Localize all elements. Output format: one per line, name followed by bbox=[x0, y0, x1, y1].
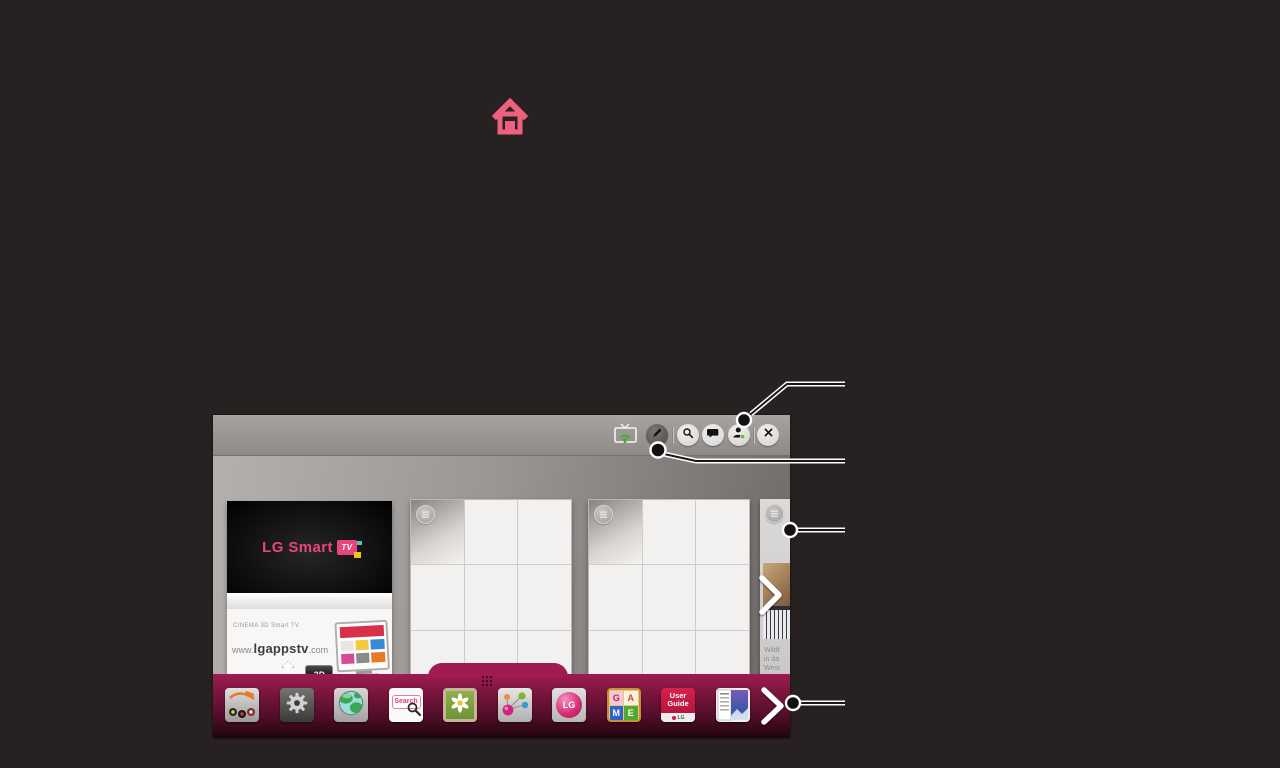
page-right-arrow[interactable] bbox=[758, 574, 784, 621]
chat-icon bbox=[705, 425, 721, 446]
lg-smart-tv-title: LG Smart bbox=[262, 539, 333, 556]
user-login-icon bbox=[730, 424, 748, 447]
tv-logo-badge: TV bbox=[337, 540, 357, 555]
dock-item-settings[interactable] bbox=[280, 688, 314, 722]
dock-item-game[interactable]: G A M E bbox=[607, 688, 641, 722]
topbar-separator bbox=[672, 427, 674, 444]
search-button[interactable] bbox=[677, 424, 699, 446]
chat-button[interactable] bbox=[702, 424, 724, 446]
dock-item-av-input[interactable] bbox=[225, 688, 259, 722]
globe-icon bbox=[337, 689, 365, 722]
lg-smart-tv-screen: LG Smart TV bbox=[227, 501, 392, 593]
dock-item-media-list[interactable] bbox=[716, 688, 750, 722]
user-guide-brand: LG bbox=[661, 713, 695, 722]
edit-pencil-icon bbox=[649, 425, 665, 446]
close-button[interactable] bbox=[757, 424, 779, 446]
dock-item-lg-store[interactable]: LG bbox=[552, 688, 586, 722]
dock-item-search[interactable]: Search bbox=[389, 688, 423, 722]
lg-store-icon: LG bbox=[556, 692, 582, 718]
dock-item-photo-gallery[interactable] bbox=[443, 688, 477, 722]
callout-page-arrow bbox=[783, 523, 845, 537]
dock-drag-handle-icon[interactable] bbox=[481, 675, 493, 686]
card-placeholder-b[interactable] bbox=[588, 499, 750, 696]
banner-url: www.lgappstv.com bbox=[232, 640, 328, 658]
screenshot-stage: LG Smart TV CINEMA 3D Smart TV www.lgapp… bbox=[0, 0, 1280, 768]
dock-item-smart-share[interactable] bbox=[498, 688, 532, 722]
tv-home-screen-panel: LG Smart TV CINEMA 3D Smart TV www.lgapp… bbox=[213, 415, 790, 738]
dock-item-web-browser[interactable] bbox=[334, 688, 368, 722]
card-index-badge bbox=[765, 504, 784, 523]
edit-pencil-button[interactable] bbox=[646, 424, 668, 446]
smart-share-icon bbox=[498, 709, 532, 722]
login-user-button[interactable] bbox=[728, 424, 750, 446]
dock-notch bbox=[428, 663, 568, 677]
dock-item-user-guide[interactable]: User Guide LG bbox=[661, 688, 695, 722]
dock-right-arrow[interactable] bbox=[760, 687, 786, 730]
media-list-icon bbox=[716, 709, 750, 722]
news-headline: Wildf in da West bbox=[764, 646, 780, 673]
card-reflection-strip bbox=[227, 593, 392, 609]
magnifier-icon bbox=[406, 701, 422, 722]
topbar-separator bbox=[753, 427, 755, 444]
live-tv-signal-icon[interactable] bbox=[613, 423, 643, 452]
card-index-badge bbox=[594, 505, 613, 524]
close-icon bbox=[761, 425, 776, 445]
card-index-badge bbox=[416, 505, 435, 524]
search-icon bbox=[680, 425, 696, 446]
user-guide-label: User Guide bbox=[661, 692, 695, 708]
launcher-dock: Search bbox=[213, 674, 790, 738]
tv-topbar bbox=[213, 415, 790, 456]
card-lg-smart-tv[interactable]: LG Smart TV CINEMA 3D Smart TV www.lgapp… bbox=[227, 501, 392, 696]
gear-icon bbox=[284, 690, 310, 721]
home-icon bbox=[490, 97, 530, 141]
callout-dock-arrow bbox=[786, 696, 845, 710]
daisy-flower-icon bbox=[449, 692, 471, 719]
tv-content-area: LG Smart TV CINEMA 3D Smart TV www.lgapp… bbox=[213, 456, 790, 689]
cinema3d-brand-text: CINEMA 3D Smart TV bbox=[233, 623, 299, 629]
av-input-icon bbox=[225, 709, 259, 722]
